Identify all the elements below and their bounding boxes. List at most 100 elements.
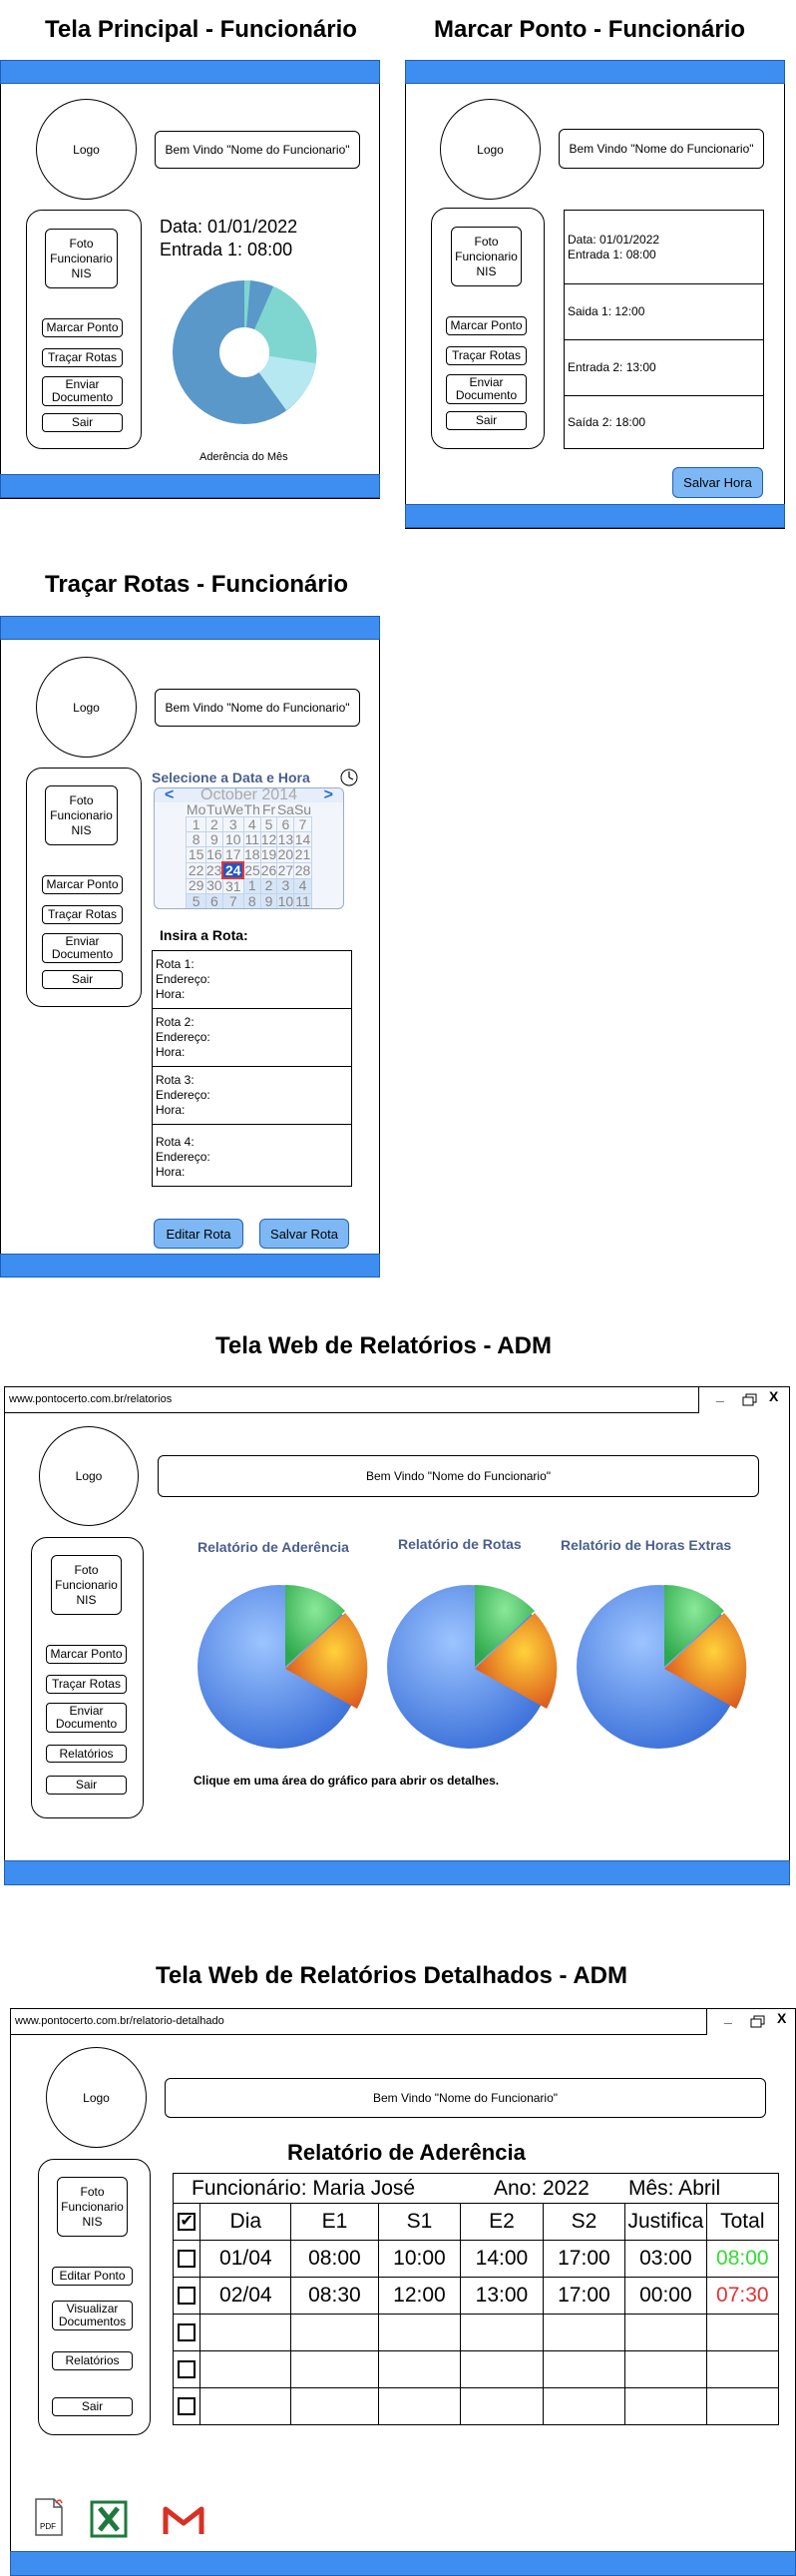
visualizar-documentos-button[interactable]: Visualizar Documentos (52, 2301, 133, 2330)
route-entry[interactable]: Rota 2: Endereço: Hora: (152, 1008, 352, 1067)
calendar-day[interactable]: 26 (259, 861, 278, 879)
calendar-day[interactable]: 20 (276, 846, 295, 863)
calendar-day[interactable]: 14 (293, 831, 312, 847)
sair-button[interactable]: Sair (52, 2397, 133, 2416)
calendar-day[interactable]: 27 (276, 861, 295, 879)
calendar-day[interactable]: 2 (204, 816, 223, 832)
relatorios-button[interactable]: Relatórios (46, 1745, 127, 1763)
clock-icon[interactable] (339, 768, 359, 787)
enviar-documento-button[interactable]: Enviar Documento (46, 1703, 127, 1733)
calendar-day[interactable]: 5 (186, 893, 206, 908)
calendar-day[interactable]: 10 (276, 893, 295, 908)
calendar-day-selected[interactable]: 24 (221, 861, 245, 879)
calendar-day[interactable]: 17 (221, 846, 244, 863)
relatorios-button[interactable]: Relatórios (52, 2351, 133, 2370)
row-checkbox[interactable] (178, 2287, 197, 2306)
editar-rota-button[interactable]: Editar Rota (154, 1219, 243, 1249)
sair-button[interactable]: Sair (46, 1776, 127, 1795)
calendar-day[interactable]: 9 (259, 893, 278, 908)
calendar-day[interactable]: 11 (242, 831, 261, 847)
salvar-hora-button[interactable]: Salvar Hora (672, 467, 763, 498)
marcar-ponto-button[interactable]: Marcar Ponto (46, 1645, 127, 1664)
calendar-day[interactable]: 23 (204, 861, 223, 879)
gmail-icon[interactable] (163, 2504, 204, 2536)
calendar-day[interactable]: 13 (276, 831, 295, 847)
calendar-day[interactable]: 3 (276, 877, 295, 894)
calendar-day[interactable]: 30 (204, 877, 223, 894)
calendar-day[interactable]: 9 (204, 831, 223, 847)
restore-icon[interactable] (750, 2015, 766, 2029)
row-checkbox[interactable] (178, 2360, 197, 2379)
calendar-day[interactable]: 29 (186, 877, 206, 894)
tracar-rotas-button[interactable]: Traçar Rotas (42, 905, 123, 924)
close-button[interactable]: X (769, 1388, 778, 1404)
row-checkbox-cell[interactable] (172, 2314, 201, 2351)
calendar-day[interactable]: 7 (293, 816, 312, 832)
url-bar[interactable]: www.pontocerto.com.br/relatorios (4, 1386, 699, 1413)
pie-rotas[interactable] (387, 1585, 558, 1749)
calendar-day[interactable]: 4 (293, 877, 312, 894)
prev-month-button[interactable]: < (165, 788, 174, 803)
pie-horas-extras[interactable] (577, 1585, 747, 1749)
date-picker-calendar[interactable]: < October 2014 > Mo Tu We Th Fr Sa Su 1 2 3 4 5 6 7 8 9… (154, 787, 344, 909)
tracar-rotas-button[interactable]: Traçar Rotas (42, 348, 123, 367)
calendar-day[interactable]: 3 (221, 816, 244, 832)
row-checkbox[interactable] (178, 2397, 197, 2416)
calendar-day[interactable]: 8 (186, 831, 206, 847)
enviar-documento-button[interactable]: Enviar Documento (42, 933, 123, 963)
calendar-day[interactable]: 2 (259, 877, 278, 894)
pdf-icon[interactable]: PDF (32, 2497, 66, 2537)
url-bar[interactable]: www.pontocerto.com.br/relatorio-detalhad… (10, 2008, 707, 2035)
salvar-rota-button[interactable]: Salvar Rota (259, 1219, 349, 1249)
editar-ponto-button[interactable]: Editar Ponto (52, 2267, 133, 2286)
next-month-button[interactable]: > (324, 788, 333, 803)
sair-button[interactable]: Sair (42, 970, 123, 989)
close-button[interactable]: X (777, 2010, 786, 2026)
adherence-donut-chart[interactable] (170, 277, 319, 427)
row-checkbox-cell[interactable] (172, 2350, 201, 2388)
calendar-day[interactable]: 19 (259, 846, 278, 863)
calendar-day[interactable]: 7 (221, 893, 244, 908)
minimize-button[interactable]: _ (716, 1387, 724, 1403)
pie-aderencia[interactable] (198, 1585, 368, 1749)
row-checkbox-cell[interactable] (172, 2240, 201, 2278)
route-entry[interactable]: Rota 1: Endereço: Hora: (152, 950, 352, 1009)
select-all-checkbox[interactable]: ✔ (172, 2203, 201, 2241)
calendar-day[interactable]: 21 (293, 846, 312, 863)
restore-icon[interactable] (742, 1393, 758, 1407)
calendar-day[interactable]: 15 (186, 846, 206, 863)
row-checkbox-cell[interactable] (172, 2387, 201, 2425)
calendar-day[interactable]: 4 (242, 816, 261, 832)
calendar-day[interactable]: 1 (242, 877, 261, 894)
calendar-day[interactable]: 28 (293, 861, 312, 879)
row-checkbox-cell[interactable] (172, 2277, 201, 2315)
row-checkbox[interactable] (178, 2250, 197, 2269)
calendar-day[interactable]: 18 (242, 846, 261, 863)
route-entry[interactable]: Rota 3: Endereço: Hora: (152, 1066, 352, 1125)
checkbox-checked-icon[interactable]: ✔ (178, 2213, 197, 2232)
calendar-day[interactable]: 31 (221, 877, 244, 894)
marcar-ponto-button[interactable]: Marcar Ponto (42, 875, 123, 894)
calendar-day[interactable]: 12 (259, 831, 278, 847)
marcar-ponto-button[interactable]: Marcar Ponto (446, 316, 527, 335)
calendar-day[interactable]: 5 (259, 816, 278, 832)
excel-icon[interactable] (90, 2500, 128, 2538)
sair-button[interactable]: Sair (42, 413, 123, 432)
tracar-rotas-button[interactable]: Traçar Rotas (446, 346, 527, 365)
calendar-day[interactable]: 6 (204, 893, 223, 908)
calendar-day[interactable]: 22 (186, 861, 206, 879)
calendar-day[interactable]: 16 (204, 846, 223, 863)
calendar-day[interactable]: 10 (221, 831, 244, 847)
calendar-day[interactable]: 8 (242, 893, 261, 908)
enviar-documento-button[interactable]: Enviar Documento (446, 374, 527, 404)
enviar-documento-button[interactable]: Enviar Documento (42, 376, 123, 406)
calendar-day[interactable]: 6 (276, 816, 295, 832)
row-checkbox[interactable] (178, 2323, 197, 2342)
calendar-day[interactable]: 11 (293, 893, 312, 908)
tracar-rotas-button[interactable]: Traçar Rotas (46, 1675, 127, 1694)
marcar-ponto-button[interactable]: Marcar Ponto (42, 318, 123, 337)
calendar-day[interactable]: 25 (242, 861, 261, 879)
sair-button[interactable]: Sair (446, 411, 527, 430)
route-entry[interactable]: Rota 4: Endereço: Hora: (152, 1124, 352, 1187)
minimize-button[interactable]: _ (724, 2009, 732, 2025)
